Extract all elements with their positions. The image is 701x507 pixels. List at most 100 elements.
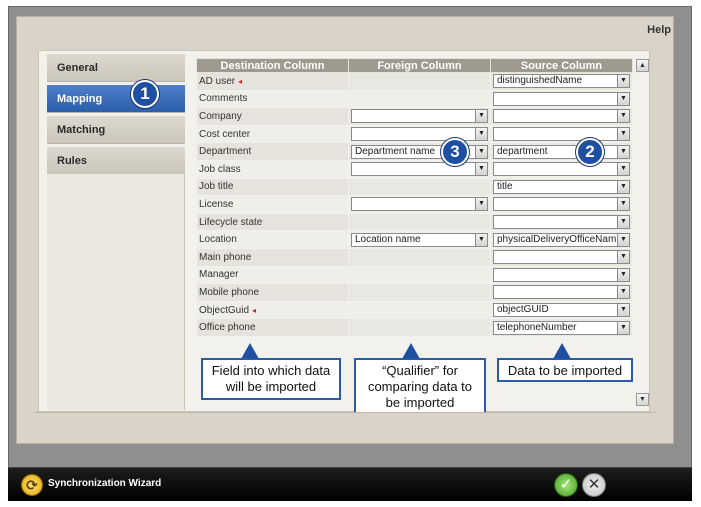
foreign-cell [348,212,491,232]
foreign-dropdown[interactable]: ▼ [351,197,488,212]
scroll-up-button[interactable]: ▲ [636,59,649,72]
callout-source: Data to be imported [497,358,633,382]
source-cell: ▼ [490,283,633,302]
destination-label: Cost center [196,124,349,144]
source-dropdown[interactable]: ▼ [493,197,630,212]
foreign-value: Location name [355,233,421,245]
nav-item-general[interactable]: General [47,54,185,82]
source-value: physicalDeliveryOfficeNam [497,233,617,245]
chevron-down-icon[interactable]: ▼ [617,145,629,158]
foreign-dropdown[interactable]: Location name ▼ [351,232,488,247]
source-cell: title ▼ [490,177,633,197]
chevron-down-icon[interactable]: ▼ [617,268,629,281]
chevron-down-icon[interactable]: ▼ [617,180,629,193]
chevron-down-icon[interactable]: ▼ [617,233,629,246]
chevron-down-icon[interactable]: ▼ [617,163,629,176]
side-nav: General Mapping Matching Rules [47,54,185,178]
chevron-down-icon[interactable]: ▼ [617,216,629,229]
nav-item-mapping[interactable]: Mapping [47,85,185,113]
sync-wizard-icon: ⟳ [21,474,43,496]
step-badge-1: 1 [131,80,159,108]
foreign-dropdown[interactable]: ▼ [351,162,488,177]
source-dropdown[interactable]: physicalDeliveryOfficeNam ▼ [493,232,630,247]
table-row: Company ▼ ▼ [196,107,633,126]
chevron-down-icon[interactable]: ▼ [617,286,629,299]
required-marker-icon: ◂ [252,305,257,315]
source-value: distinguishedName [497,75,583,87]
source-cell: physicalDeliveryOfficeNam ▼ [490,230,633,249]
foreign-value: Department name [355,145,436,157]
foreign-cell: ▼ [348,159,491,179]
table-row: Office phone telephoneNumber ▼ [196,318,633,337]
header-source-column: Source Column [490,58,633,73]
chevron-down-icon[interactable]: ▼ [617,75,629,88]
chevron-down-icon[interactable]: ▼ [617,92,629,105]
table-row: Comments ▼ [196,89,633,109]
footer-title: Synchronization Wizard [48,478,162,489]
foreign-dropdown[interactable]: ▼ [351,109,488,124]
chevron-down-icon[interactable]: ▼ [475,163,487,176]
chevron-down-icon[interactable]: ▼ [475,110,487,123]
foreign-cell: Location name ▼ [348,230,491,249]
source-cell: ▼ [490,265,633,285]
source-dropdown[interactable]: department ▼ [493,144,630,159]
bottom-strip [34,412,656,440]
table-row: AD user ◂ distinguishedName ▼ [196,72,633,91]
destination-label: Comments [196,89,349,109]
chevron-down-icon[interactable]: ▼ [475,145,487,158]
source-dropdown[interactable]: title ▼ [493,179,630,194]
source-dropdown[interactable]: ▼ [493,250,630,265]
step-badge-3: 3 [441,138,469,166]
source-dropdown[interactable]: ▼ [493,285,630,300]
chevron-down-icon[interactable]: ▼ [475,233,487,246]
destination-label: Location [196,230,349,249]
header-foreign-column: Foreign Column [348,58,491,73]
foreign-cell [348,177,491,197]
chevron-down-icon[interactable]: ▼ [617,128,629,141]
cancel-button[interactable]: ✕ [582,473,606,497]
destination-cell: AD user ◂ [196,72,349,91]
source-dropdown[interactable]: ▼ [493,91,630,106]
table-header-row: Destination Column Foreign Column Source… [196,58,633,73]
mapping-table: Destination Column Foreign Column Source… [196,58,633,337]
chevron-down-icon[interactable]: ▼ [617,110,629,123]
source-dropdown[interactable]: telephoneNumber ▼ [493,320,630,335]
nav-item-matching[interactable]: Matching [47,116,185,144]
chevron-down-icon[interactable]: ▼ [617,304,629,317]
source-dropdown[interactable]: ▼ [493,127,630,142]
step-badge-2: 2 [576,138,604,166]
source-value: telephoneNumber [497,321,577,333]
destination-label: License [196,195,349,214]
nav-item-rules[interactable]: Rules [47,147,185,175]
source-value: objectGUID [497,304,549,316]
source-dropdown[interactable]: ▼ [493,109,630,124]
chevron-down-icon[interactable]: ▼ [475,128,487,141]
chevron-down-icon[interactable]: ▼ [617,198,629,211]
source-dropdown[interactable]: objectGUID ▼ [493,303,630,318]
required-marker-icon: ◂ [238,76,243,86]
source-cell: ▼ [490,159,633,179]
source-cell: objectGUID ▼ [490,300,633,320]
source-dropdown[interactable]: ▼ [493,267,630,282]
source-cell: distinguishedName ▼ [490,72,633,91]
help-link[interactable]: Help [647,24,671,36]
table-row: Cost center ▼ ▼ [196,124,633,144]
source-dropdown[interactable]: ▼ [493,215,630,230]
foreign-dropdown[interactable]: ▼ [351,127,488,142]
destination-label: Office phone [196,318,349,337]
callout-destination: Field into which data will be imported [201,358,341,400]
foreign-cell [348,300,491,320]
destination-label: Department [196,142,349,161]
source-dropdown[interactable]: ▼ [493,162,630,177]
destination-label: Job title [196,177,349,197]
callout-arrow-icon [241,343,259,359]
chevron-down-icon[interactable]: ▼ [617,251,629,264]
chevron-down-icon[interactable]: ▼ [617,321,629,334]
table-row: License ▼ ▼ [196,195,633,214]
chevron-down-icon[interactable]: ▼ [475,198,487,211]
table-row: Job title title ▼ [196,177,633,197]
footer-bar: ⟳ Synchronization Wizard ✓ ✕ [8,467,692,501]
scroll-down-button[interactable]: ▼ [636,393,649,406]
ok-button[interactable]: ✓ [554,473,578,497]
source-dropdown[interactable]: distinguishedName ▼ [493,74,630,89]
